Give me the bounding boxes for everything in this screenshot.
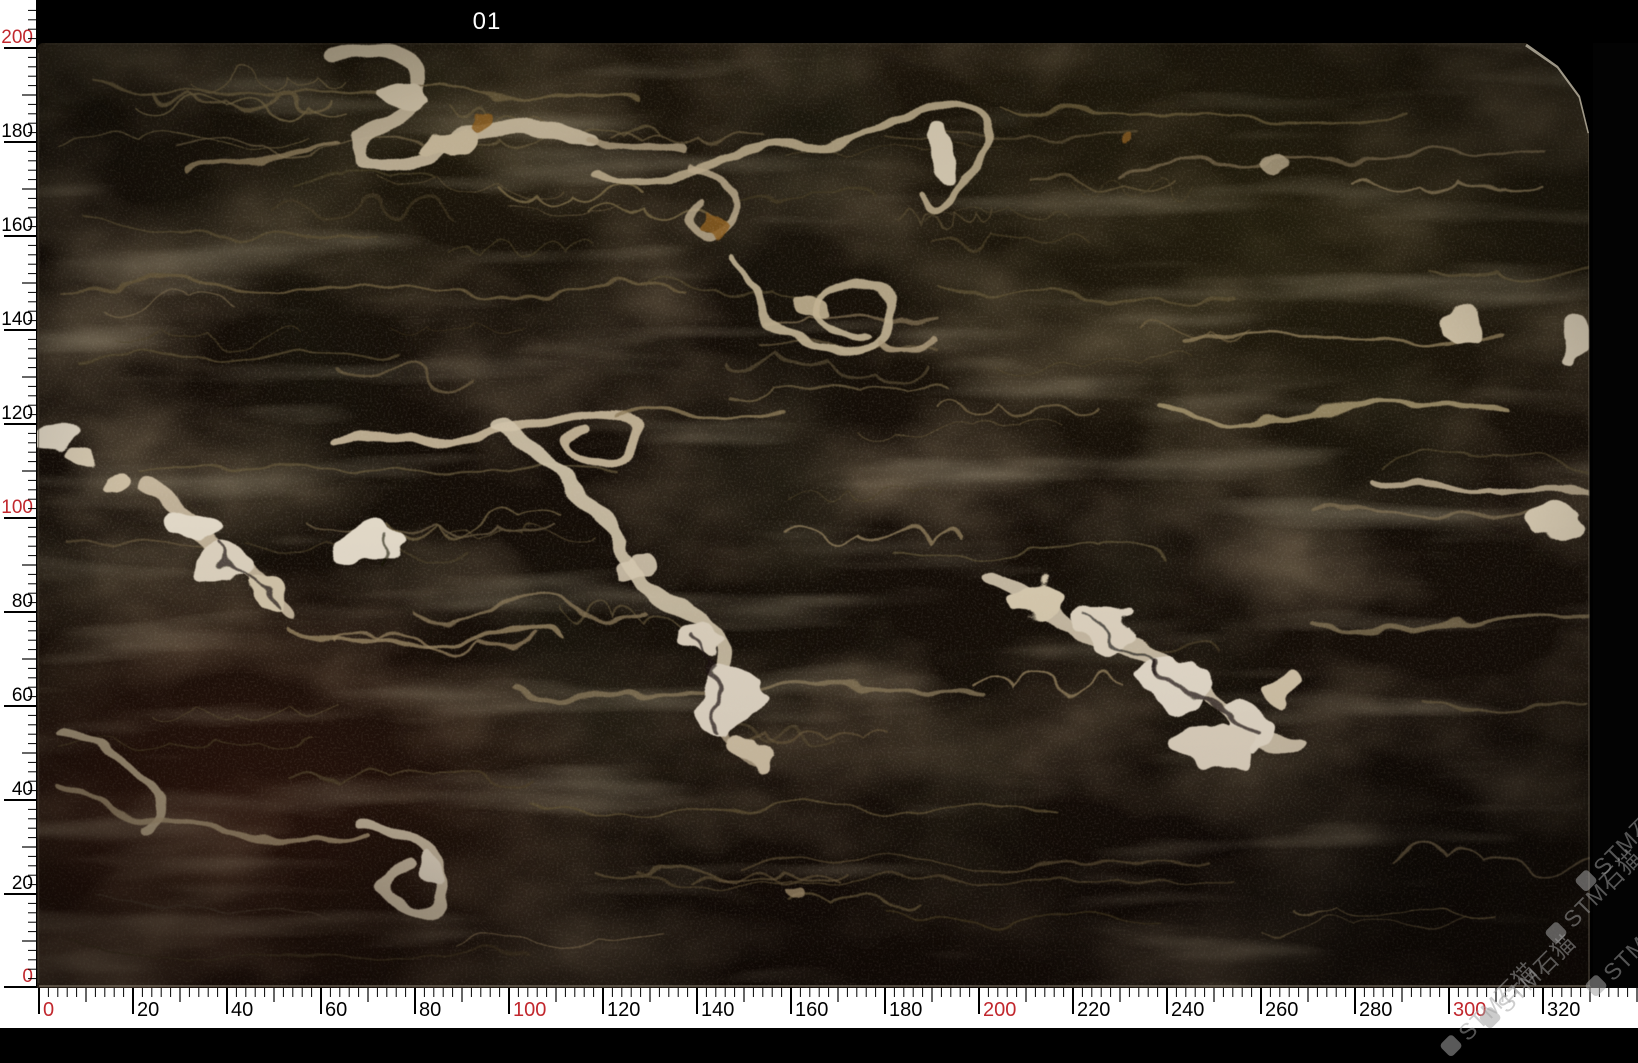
svg-text:140: 140 [701,999,734,1021]
svg-text:280: 280 [1359,999,1392,1021]
svg-text:20: 20 [12,873,33,894]
svg-text:140: 140 [1,309,33,330]
vertical-ruler: 020406080100120140160180200 [0,0,36,1028]
slab-texture [37,43,1593,988]
svg-text:100: 100 [513,999,546,1021]
top-bar: 01 [36,0,1638,43]
svg-text:320: 320 [1547,999,1580,1021]
slab-image [37,43,1593,988]
svg-text:0: 0 [43,999,54,1021]
svg-text:40: 40 [231,999,253,1021]
svg-text:300: 300 [1453,999,1486,1021]
svg-text:40: 40 [12,779,33,800]
svg-text:120: 120 [1,403,33,424]
svg-text:20: 20 [137,999,159,1021]
svg-text:80: 80 [419,999,441,1021]
watermark-logo-icon [1439,1033,1463,1057]
svg-text:80: 80 [12,591,33,612]
svg-text:60: 60 [12,685,33,706]
background-right [1593,43,1638,988]
svg-text:100: 100 [1,497,33,518]
svg-text:60: 60 [325,999,347,1021]
scanner-viewport: 01 [0,0,1638,1028]
svg-text:120: 120 [607,999,640,1021]
svg-text:160: 160 [1,215,33,236]
svg-text:180: 180 [1,121,33,142]
svg-text:160: 160 [795,999,828,1021]
svg-text:200: 200 [1,27,33,48]
svg-text:200: 200 [983,999,1016,1021]
horizontal-ruler: 0 20 40 60 80 100 120 140 160 180 200 220 240 260 280 3… [0,988,1638,1028]
svg-text:180: 180 [889,999,922,1021]
svg-text:220: 220 [1077,999,1110,1021]
slab-id-label: 01 [459,0,515,43]
svg-text:240: 240 [1171,999,1204,1021]
svg-text:260: 260 [1265,999,1298,1021]
slab-clip-group [37,43,1593,988]
